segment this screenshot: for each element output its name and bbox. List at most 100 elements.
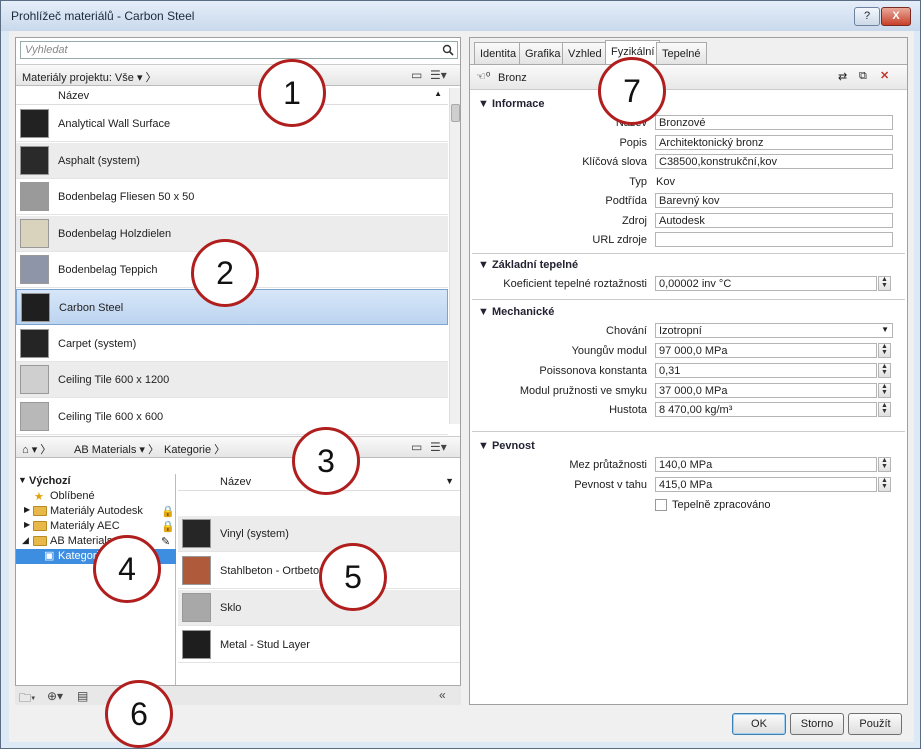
source-field[interactable]: Autodesk (655, 213, 893, 228)
list-item[interactable]: Ceiling Tile 600 x 1200 (16, 362, 448, 399)
browser-bottom-toolbar: 🗀▾ ⊕▾ ▤ « (15, 685, 461, 705)
list-item[interactable]: Analytical Wall Surface (16, 106, 448, 142)
material-thumbnail (182, 593, 211, 622)
material-name: Analytical Wall Surface (58, 118, 171, 130)
poisson-field[interactable]: 0,31 (655, 363, 877, 378)
tab-grafika[interactable]: Grafika (519, 42, 567, 64)
duplicate-asset-icon[interactable]: ⧉ (859, 70, 867, 83)
young-modulus-stepper[interactable]: ▲ ▼ (878, 343, 891, 358)
list-item[interactable]: Carpet (system) (16, 326, 448, 362)
material-editor-panel: Identita Grafika Vzhled Fyzikální Tepeln… (469, 37, 908, 705)
prop-label: Mez průtažnosti (569, 459, 647, 471)
material-name: Sklo (220, 602, 242, 614)
prop-label: Youngův modul (571, 345, 647, 357)
tensile-strength-field[interactable]: 415,0 MPa (655, 477, 877, 492)
view-toggle-icon[interactable]: ▭ (411, 68, 422, 82)
library-view-toggle-icon[interactable]: ▭ (411, 440, 422, 454)
close-button[interactable]: X (881, 7, 911, 26)
list-item[interactable]: Metal - Stud Layer (178, 627, 460, 663)
list-column-header[interactable]: Název ▲ (16, 88, 448, 105)
density-stepper[interactable]: ▲ ▼ (878, 402, 891, 417)
library-crumb-2[interactable]: Kategorie 〉 (164, 441, 225, 457)
tensile-strength-stepper[interactable]: ▲ ▼ (878, 477, 891, 492)
list-view-icon[interactable]: ☰▾ (430, 68, 447, 82)
tab-vzhled[interactable]: Vzhled (562, 42, 608, 64)
scrollbar-thumb[interactable] (451, 104, 460, 122)
tree-collapsed-icon[interactable]: ▶ (24, 520, 30, 529)
section-information[interactable]: ▼ Informace (478, 98, 545, 110)
shear-modulus-field[interactable]: 37 000,0 MPa (655, 383, 877, 398)
project-materials-bar: Materiály projektu: Vše ▾ 〉 ▭ ☰▾ (16, 64, 460, 86)
project-filter-dropdown[interactable]: Materiály projektu: Vše ▾ 〉 (22, 69, 157, 85)
tree-item-vychozi[interactable]: ▼ Výchozí (16, 474, 176, 489)
yield-strength-stepper[interactable]: ▲ ▼ (878, 457, 891, 472)
divider (472, 253, 905, 254)
tree-expand-icon[interactable]: ▼ (18, 475, 27, 485)
list-item[interactable]: Sklo (178, 590, 460, 626)
name-field[interactable]: Bronzové (655, 115, 893, 130)
tree-collapsed-icon[interactable]: ▶ (24, 505, 30, 514)
list-item[interactable]: Bodenbelag Fliesen 50 x 50 (16, 179, 448, 216)
title-bar: Prohlížeč materiálů - Carbon Steel ? X (1, 1, 920, 31)
density-field[interactable]: 8 470,00 kg/m³ (655, 402, 877, 417)
asset-hand-icon: ☜⁰ (476, 71, 491, 83)
search-icon[interactable] (442, 44, 454, 56)
tree-item-aec[interactable]: ▶ Materiály AEC 🔒 (16, 519, 176, 534)
replace-asset-icon[interactable]: ⇄ (838, 70, 847, 83)
collapse-library-icon[interactable]: « (439, 688, 446, 702)
keywords-field[interactable]: C38500,konstrukční,kov (655, 154, 893, 169)
prop-label: Popis (619, 137, 647, 149)
section-strength[interactable]: ▼ Pevnost (478, 440, 535, 452)
material-name: Bodenbelag Teppich (58, 264, 158, 277)
prop-label: Koeficient tepelné roztažnosti (503, 278, 647, 290)
prop-label: Modul pružnosti ve smyku (519, 385, 647, 397)
list-item[interactable]: Vinyl (system) (178, 516, 460, 552)
library-list-view-icon[interactable]: ☰▾ (430, 440, 447, 454)
column-name-label: Název (58, 90, 90, 102)
tree-item-autodesk[interactable]: ▶ Materiály Autodesk 🔒 (16, 504, 176, 519)
thermally-treated-checkbox[interactable] (655, 499, 667, 511)
search-input[interactable]: Vyhledat (20, 41, 458, 59)
material-thumbnail (20, 255, 49, 285)
tab-identita[interactable]: Identita (474, 42, 523, 64)
edit-pencil-icon[interactable]: ✎ (161, 535, 170, 548)
material-thumbnail (20, 218, 49, 248)
sort-dropdown-icon[interactable]: ▼ (445, 476, 454, 486)
chevron-down-icon: ▼ (881, 325, 889, 334)
material-name: Carpet (system) (58, 337, 137, 350)
ok-button[interactable]: OK (732, 713, 786, 735)
cancel-button[interactable]: Storno (790, 713, 844, 735)
list-item[interactable]: Ceiling Tile 600 x 600 (16, 399, 448, 435)
callout-marker: 6 (105, 680, 173, 748)
section-mechanical[interactable]: ▼ Mechanické (478, 306, 554, 318)
behavior-select[interactable]: Izotropní ▼ (655, 323, 893, 338)
young-modulus-field[interactable]: 97 000,0 MPa (655, 343, 877, 358)
callout-marker: 5 (319, 543, 387, 611)
library-manage-icon[interactable]: 🗀▾ (19, 689, 35, 710)
home-icon[interactable]: ⌂ ▾ 〉 (22, 441, 51, 457)
list-item[interactable]: Asphalt (system) (16, 142, 448, 179)
poisson-stepper[interactable]: ▲ ▼ (878, 363, 891, 378)
thermal-expansion-stepper[interactable]: ▲ ▼ (878, 276, 891, 291)
search-placeholder: Vyhledat (25, 44, 68, 56)
asset-browser-icon[interactable]: ▤ (77, 689, 88, 703)
section-basic-thermal[interactable]: ▼ Základní tepelné (478, 259, 578, 271)
source-url-field[interactable] (655, 232, 893, 247)
description-field[interactable]: Architektonický bronz (655, 135, 893, 150)
subclass-field[interactable]: Barevný kov (655, 193, 893, 208)
thermal-expansion-field[interactable]: 0,00002 inv °C (655, 276, 877, 291)
tree-expand-icon[interactable]: ◢ (22, 535, 29, 546)
library-crumb-1[interactable]: AB Materials ▾ 〉 (74, 441, 159, 457)
apply-button[interactable]: Použít (848, 713, 902, 735)
tab-tepelne[interactable]: Tepelné (656, 42, 707, 64)
help-button[interactable]: ? (854, 7, 880, 26)
tree-item-favorites[interactable]: ★ Oblíbené (16, 489, 176, 504)
shear-modulus-stepper[interactable]: ▲ ▼ (878, 383, 891, 398)
create-material-icon[interactable]: ⊕▾ (47, 689, 63, 703)
list-scrollbar[interactable] (449, 88, 460, 424)
yield-strength-field[interactable]: 140,0 MPa (655, 457, 877, 472)
material-thumbnail (20, 401, 49, 431)
delete-asset-icon[interactable]: ✕ (880, 69, 889, 82)
dialog-body: Vyhledat Materiály projektu: Vše ▾ 〉 ▭ ☰… (9, 31, 914, 742)
lock-icon: 🔒 (161, 521, 175, 533)
